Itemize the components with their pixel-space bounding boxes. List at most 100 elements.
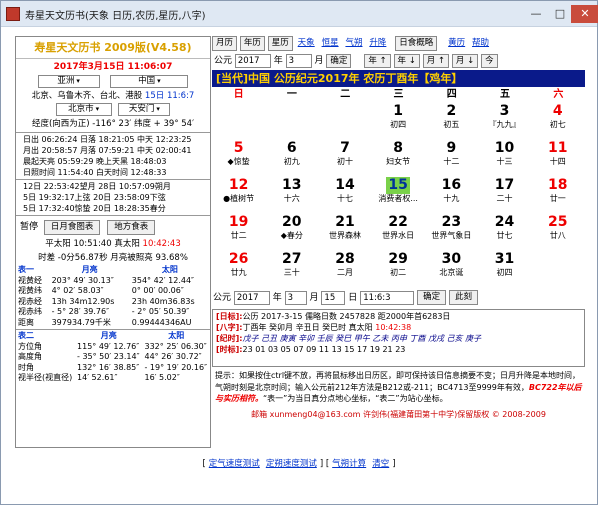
day-number: 1 xyxy=(393,103,404,119)
date-query-row: 公元 2017 年 3 月 15 日 11:6:3 确定 此刻 xyxy=(212,290,585,306)
lunar-label: 初十 xyxy=(336,157,353,166)
calendar-day[interactable]: 19 廿二 xyxy=(212,214,265,245)
day-info-box: [日标]:公历 2017-3-15 儒略日数 2457828 距2000年首62… xyxy=(212,309,585,367)
weekday-label: 一 xyxy=(286,89,297,100)
link-clear[interactable]: 清空 xyxy=(372,459,389,469)
lunar-label: 初四 xyxy=(390,120,407,129)
today-button[interactable]: 今 xyxy=(481,53,498,68)
day-number: 16 xyxy=(441,177,462,193)
table-row: 距离 397934.79千米 0.99444346AU xyxy=(18,317,192,327)
month-down-button[interactable]: 月 ↓ xyxy=(451,53,479,68)
year-down-button[interactable]: 年 ↓ xyxy=(393,53,420,68)
link-term-speed-test[interactable]: 定气速度测试 xyxy=(209,459,260,469)
city-day: 15日 xyxy=(144,91,165,101)
tab-stars[interactable]: 星历 xyxy=(267,36,293,51)
calendar-day[interactable]: 7 初十 xyxy=(318,140,371,171)
calendar-day[interactable]: 6 初九 xyxy=(265,140,318,171)
calendar-day[interactable]: 9 十二 xyxy=(425,140,478,171)
region-select[interactable]: 亚洲 xyxy=(37,75,100,88)
calendar-day[interactable]: 5 ◆惊蛰 xyxy=(212,140,265,171)
calendar-day[interactable]: 23 世界气象日 xyxy=(425,214,478,245)
local-eclipse-button[interactable]: 地方食表 xyxy=(107,220,156,235)
tab-month[interactable]: 月历 xyxy=(212,36,238,51)
lunar-label: ◆春分 xyxy=(280,231,303,240)
tips-text: 提示：如果按住ctrl键不放，再将鼠标移出日历区，即可保持该日信息摘要不变；日月… xyxy=(215,371,582,403)
calendar-day[interactable]: 17 二十 xyxy=(478,177,531,208)
calendar-day[interactable]: 28 二月 xyxy=(318,251,371,282)
calendar-day[interactable]: 4 初七 xyxy=(531,103,584,134)
query-month-input[interactable]: 3 xyxy=(284,290,307,305)
calendar-day[interactable]: 2 初五 xyxy=(425,103,478,134)
year-input[interactable]: 2017 xyxy=(234,53,271,68)
link-help[interactable]: 帮助 xyxy=(472,36,489,48)
district-select[interactable]: 天安门 xyxy=(118,103,171,116)
minimize-button[interactable]: — xyxy=(523,5,549,23)
day-number: 8 xyxy=(393,140,404,156)
calendar-day[interactable]: 13 十六 xyxy=(265,177,318,208)
eclipse-overview-button[interactable]: 日食概略 xyxy=(395,36,438,51)
month-selector: 公元 2017 年 3 月 确定 年 ↑ 年 ↓ 月 ↑ 月 ↓ 今 xyxy=(212,53,585,69)
close-button[interactable]: ✕ xyxy=(571,5,598,23)
calendar-day[interactable]: 11 十四 xyxy=(531,140,584,171)
calendar-day[interactable]: 12 ●植树节 xyxy=(212,177,265,208)
query-confirm-button[interactable]: 确定 xyxy=(417,290,447,305)
weekday-label: 日 xyxy=(233,89,244,100)
maximize-button[interactable]: □ xyxy=(547,5,573,23)
sun-row: 日出 06:26:24 日落 18:21:05 中天 12:23:25 xyxy=(23,135,192,144)
calendar-day[interactable]: 22 世界水日 xyxy=(372,214,425,245)
calendar-day[interactable]: 8 妇女节 xyxy=(372,140,425,171)
confirm-month-button[interactable]: 确定 xyxy=(326,53,352,68)
link-solar-terms[interactable]: 气朔 xyxy=(345,36,362,48)
calendar-day[interactable]: 26 廿九 xyxy=(212,251,265,282)
lunar-label: 廿八 xyxy=(549,231,566,240)
calendar-day[interactable]: 16 十九 xyxy=(425,177,478,208)
day-number: 13 xyxy=(282,177,302,193)
country-select[interactable]: 中国 xyxy=(110,75,189,88)
calendar-day[interactable]: 20 ◆春分 xyxy=(265,214,318,245)
tab-year[interactable]: 年历 xyxy=(239,36,265,51)
calendar-day[interactable]: 3 『九九』 xyxy=(478,103,531,134)
link-almanac[interactable]: 黄历 xyxy=(448,36,465,48)
calendar-day[interactable]: 14 十七 xyxy=(318,177,371,208)
now-button[interactable]: 此刻 xyxy=(448,290,478,305)
calendar-day[interactable]: 29 初二 xyxy=(372,251,425,282)
calendar-day xyxy=(265,103,318,134)
calendar-day[interactable]: 30 北京诞 xyxy=(425,251,478,282)
calendar-day[interactable]: 15 消费者权... xyxy=(372,177,425,208)
table-row: 视半径(视直径) 14′ 52.61″ 16′ 5.02″ xyxy=(18,373,180,382)
lunar-label: 二月 xyxy=(336,268,353,277)
table-row: 高度角 - 35° 50′ 23.14″ 44° 26′ 30.72″ xyxy=(18,352,202,361)
day-number: 11 xyxy=(547,140,568,156)
calendar-day[interactable]: 10 十三 xyxy=(478,140,531,171)
calendar-day[interactable]: 1 初四 xyxy=(372,103,425,134)
calendar-day[interactable]: 24 廿七 xyxy=(478,214,531,245)
day-number: 6 xyxy=(286,140,297,156)
month-input[interactable]: 3 xyxy=(285,53,312,68)
year-up-button[interactable]: 年 ↑ xyxy=(364,53,391,68)
query-time-input[interactable]: 11:6:3 xyxy=(360,290,415,305)
lunar-label: 初七 xyxy=(549,120,566,129)
table-row: 方位角 115° 49′ 12.76″ 332° 25′ 06.30″ xyxy=(18,341,207,351)
link-fixed-stars[interactable]: 恒星 xyxy=(322,36,339,48)
day-number: 7 xyxy=(340,140,350,156)
lunar-label: 妇女节 xyxy=(386,157,411,166)
link-rise-set[interactable]: 升降 xyxy=(369,36,386,48)
calendar-day[interactable]: 21 世界森林 xyxy=(318,214,371,245)
calendar-day[interactable]: 27 三十 xyxy=(265,251,318,282)
weekday-label: 四 xyxy=(446,89,457,100)
calendar-day[interactable]: 31 初四 xyxy=(478,251,531,282)
bottom-links: [定气速度测试 定朔速度测试] [气朔计算 清空] xyxy=(202,459,396,469)
table-one: 表一 月亮 太阳 视黄经 203° 49′ 30.13″ 354° 42′ 12.44″… xyxy=(16,265,210,328)
right-panel: 月历 年历 星历 天象 恒星 气朔 升降 日食概略 黄历 帮助 公元 2017 … xyxy=(212,36,585,448)
app-brand: 寿星天文历书 2009版(V4.58) xyxy=(16,37,210,59)
link-phenomena[interactable]: 天象 xyxy=(298,36,315,48)
calendar-day[interactable]: 25 廿八 xyxy=(531,214,584,245)
month-up-button[interactable]: 月 ↑ xyxy=(422,53,450,68)
province-select[interactable]: 北京市 xyxy=(55,103,112,116)
eclipse-chart-button[interactable]: 日月食图表 xyxy=(43,220,101,235)
link-term-calculation[interactable]: 气朔计算 xyxy=(332,459,366,469)
query-day-input[interactable]: 15 xyxy=(321,290,346,305)
calendar-day[interactable]: 18 廿一 xyxy=(531,177,584,208)
query-year-input[interactable]: 2017 xyxy=(233,290,270,305)
link-new-moon-speed-test[interactable]: 定朔速度测试 xyxy=(266,459,317,469)
